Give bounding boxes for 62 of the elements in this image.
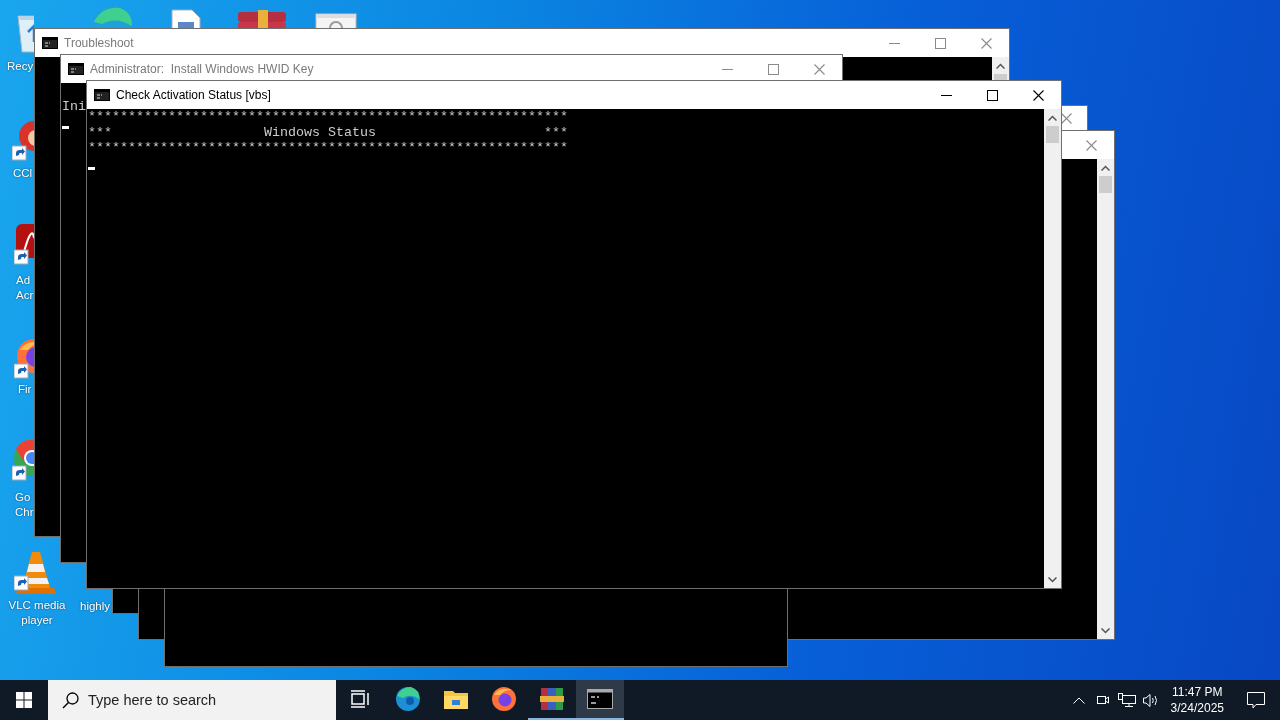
minimize-icon [888,42,900,44]
speaker-icon [1141,692,1160,708]
icon-label: VLC media [8,598,66,613]
minimize-icon [940,94,952,96]
terminal-icon [68,63,84,75]
clock[interactable]: 11:47 PM 3/24/2025 [1162,680,1232,720]
icon-label: Go [15,490,31,505]
console-line: Ini [62,99,86,115]
document-icon[interactable] [168,8,204,28]
windows-logo-icon [16,692,32,708]
firefox-icon [491,686,517,712]
terminal-icon [42,37,58,49]
folder-icon [443,688,469,710]
close-icon [1032,89,1044,101]
scroll-down-icon[interactable] [1101,627,1110,634]
network-icon [1117,692,1136,708]
maximize-icon [934,37,946,49]
scroll-thumb[interactable] [1099,176,1112,193]
taskbar-app-button[interactable] [576,680,624,720]
scroll-thumb[interactable] [1046,126,1059,143]
scrollbar[interactable] [1044,109,1061,588]
scrollbar[interactable] [1097,159,1114,639]
terminal-icon [587,689,613,709]
icon-label: Fir [18,382,32,397]
icon-label: Chr [15,505,34,520]
console-line: *** Windows Status *** [88,124,568,140]
console-line: ************************************************************ [88,140,568,156]
search-field[interactable]: Type here to search [48,680,336,720]
settings-icon[interactable] [314,12,358,28]
scroll-up-icon[interactable] [1048,114,1057,121]
edge-icon [395,686,421,712]
window-title: Administrator: Install Windows HWID Key [90,62,314,76]
text-cursor [88,166,95,170]
icon-label: Recy [7,59,34,74]
icon-label: CCl [13,166,33,181]
clock-date: 3/24/2025 [1170,700,1224,716]
scroll-up-icon[interactable] [1101,164,1110,171]
console-line: ************************************************************ [88,109,568,125]
clock-time: 11:47 PM [1171,684,1224,700]
window-title: Troubleshoot [64,36,134,50]
icon-label: Ad [16,273,31,288]
scroll-up-icon[interactable] [996,62,1005,69]
scroll-thumb[interactable] [994,74,1007,80]
text-cursor [62,125,69,129]
icon-label: highly [80,599,111,614]
icon-label: player [21,613,53,628]
camera-icon [1095,693,1110,707]
search-icon [62,692,79,709]
maximize-icon [986,89,998,101]
books-icon [539,686,565,712]
maximize-icon [767,63,779,75]
chevron-up-icon [1072,696,1085,704]
icon-label: Acr [16,288,34,303]
close-icon [813,63,825,75]
window-title: Check Activation Status [vbs] [116,88,271,102]
scroll-down-icon[interactable] [1048,576,1057,583]
minimize-icon [721,68,733,70]
scrollbar[interactable] [992,57,1009,80]
terminal-icon [94,89,110,101]
task-view-icon [350,690,370,708]
notification-icon [1247,691,1265,709]
close-icon [980,37,992,49]
